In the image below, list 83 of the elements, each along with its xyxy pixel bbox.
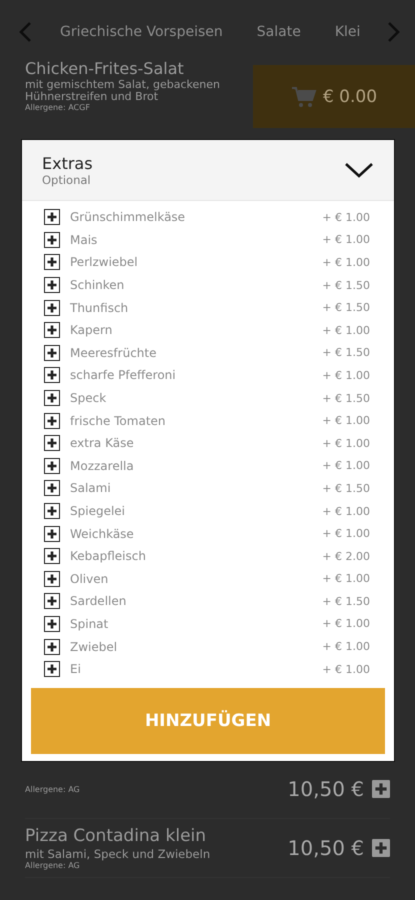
item-price: 10,50 €: [288, 777, 364, 801]
extra-name: Schinken: [70, 278, 126, 292]
add-extra-icon[interactable]: [44, 458, 60, 474]
add-extra-icon[interactable]: [44, 503, 60, 520]
extra-price: + € 1.50: [322, 346, 370, 360]
extra-name: Grünschimmelkäse: [70, 210, 186, 224]
allergen-info: Allergene: AG: [25, 784, 81, 794]
add-extra-icon[interactable]: [44, 322, 60, 338]
add-extra-icon[interactable]: [44, 209, 60, 226]
extra-name: Zwiebel: [70, 640, 118, 654]
add-icon[interactable]: [372, 839, 390, 857]
extra-price: + € 1.00: [322, 324, 370, 337]
add-extra-icon[interactable]: [44, 526, 60, 542]
extra-name: Ei: [70, 662, 82, 676]
extra-price: + € 1.50: [322, 392, 370, 405]
add-icon[interactable]: [372, 780, 390, 798]
extra-price: + € 1.50: [322, 482, 370, 495]
extra-name: Mais: [70, 232, 98, 247]
add-extra-icon[interactable]: [44, 616, 60, 632]
extra-name: Spinat: [70, 616, 110, 631]
extra-price: + € 1.00: [322, 436, 370, 450]
extra-name: Mozzarella: [70, 458, 135, 473]
extra-name: Weichkäse: [70, 526, 135, 541]
item-description: mit Salami, Speck und Zwiebeln: [25, 847, 212, 861]
extra-price: + € 1.50: [322, 594, 370, 608]
extra-name: Thunfisch: [70, 300, 130, 315]
item-name: Pizza Contadina klein: [25, 826, 208, 846]
extra-price: + € 1.00: [322, 662, 370, 676]
dialog-subtitle: Optional: [42, 172, 92, 186]
add-extra-icon[interactable]: [44, 232, 60, 248]
add-extra-icon[interactable]: [44, 570, 60, 587]
extra-name: Meeresfrüchte: [70, 346, 158, 360]
add-extra-icon[interactable]: [44, 277, 60, 294]
add-extra-icon[interactable]: [44, 661, 60, 678]
category-tab[interactable]: Klei: [334, 24, 360, 40]
extra-price: + € 1.50: [322, 301, 370, 314]
extra-name: Speck: [70, 391, 108, 406]
extra-price: + € 1.50: [322, 278, 370, 292]
add-extra-icon[interactable]: [44, 435, 60, 452]
item-name: Chicken-Frites-Salat: [25, 60, 185, 78]
extra-price: + € 1.00: [322, 210, 370, 224]
add-extra-icon[interactable]: [44, 344, 60, 361]
cart-icon: [290, 86, 317, 108]
extra-price: + € 1.00: [322, 527, 370, 540]
add-extra-icon[interactable]: [44, 593, 60, 610]
extra-price: + € 1.00: [322, 233, 370, 246]
add-extra-icon[interactable]: [44, 548, 60, 564]
allergen-info: Allergene: AG: [25, 861, 81, 870]
cart-button[interactable]: € 0.00: [253, 65, 415, 128]
add-button[interactable]: HINZUFÜGEN: [31, 688, 385, 754]
item-description: mit gemischtem Salat, gebackenen Hühnerstreifen und Brot: [25, 79, 221, 103]
add-extra-icon[interactable]: [44, 367, 60, 384]
extra-name: Sardellen: [70, 594, 128, 608]
extra-price: + € 2.00: [322, 550, 370, 563]
extra-name: Oliven: [70, 572, 110, 586]
add-extra-icon[interactable]: [44, 638, 60, 655]
extra-name: scharfe Pfefferoni: [70, 368, 177, 382]
extra-name: Kapern: [70, 323, 114, 338]
add-extra-icon[interactable]: [44, 390, 60, 406]
category-tab[interactable]: Salate: [256, 24, 301, 40]
extra-name: frische Tomaten: [70, 414, 167, 428]
extra-name: Kebapfleisch: [70, 549, 147, 564]
extra-price: + € 1.00: [322, 572, 370, 586]
extra-price: + € 1.00: [322, 617, 370, 630]
extra-price: + € 1.00: [322, 256, 370, 269]
extra-price: + € 1.00: [322, 504, 370, 518]
add-extra-icon[interactable]: [44, 412, 60, 429]
chevron-down-icon[interactable]: [344, 161, 374, 179]
extra-name: Perlzwiebel: [70, 255, 139, 270]
extra-price: + € 1.00: [322, 640, 370, 654]
add-extra-icon[interactable]: [44, 480, 60, 496]
extra-name: Salami: [70, 481, 112, 496]
category-tab[interactable]: Griechische Vorspeisen: [60, 24, 223, 40]
extra-name: Spiegelei: [70, 504, 126, 518]
extra-price: + € 1.00: [322, 368, 370, 382]
extra-name: extra Käse: [70, 436, 135, 450]
item-price: 10,50 €: [288, 836, 364, 860]
extra-price: + € 1.00: [322, 414, 370, 428]
add-extra-icon[interactable]: [44, 254, 60, 270]
allergen-info: Allergene: ACGF: [25, 103, 91, 112]
dialog-title: Extras: [42, 154, 94, 172]
add-extra-icon[interactable]: [44, 300, 60, 316]
extra-price: + € 1.00: [322, 459, 370, 472]
